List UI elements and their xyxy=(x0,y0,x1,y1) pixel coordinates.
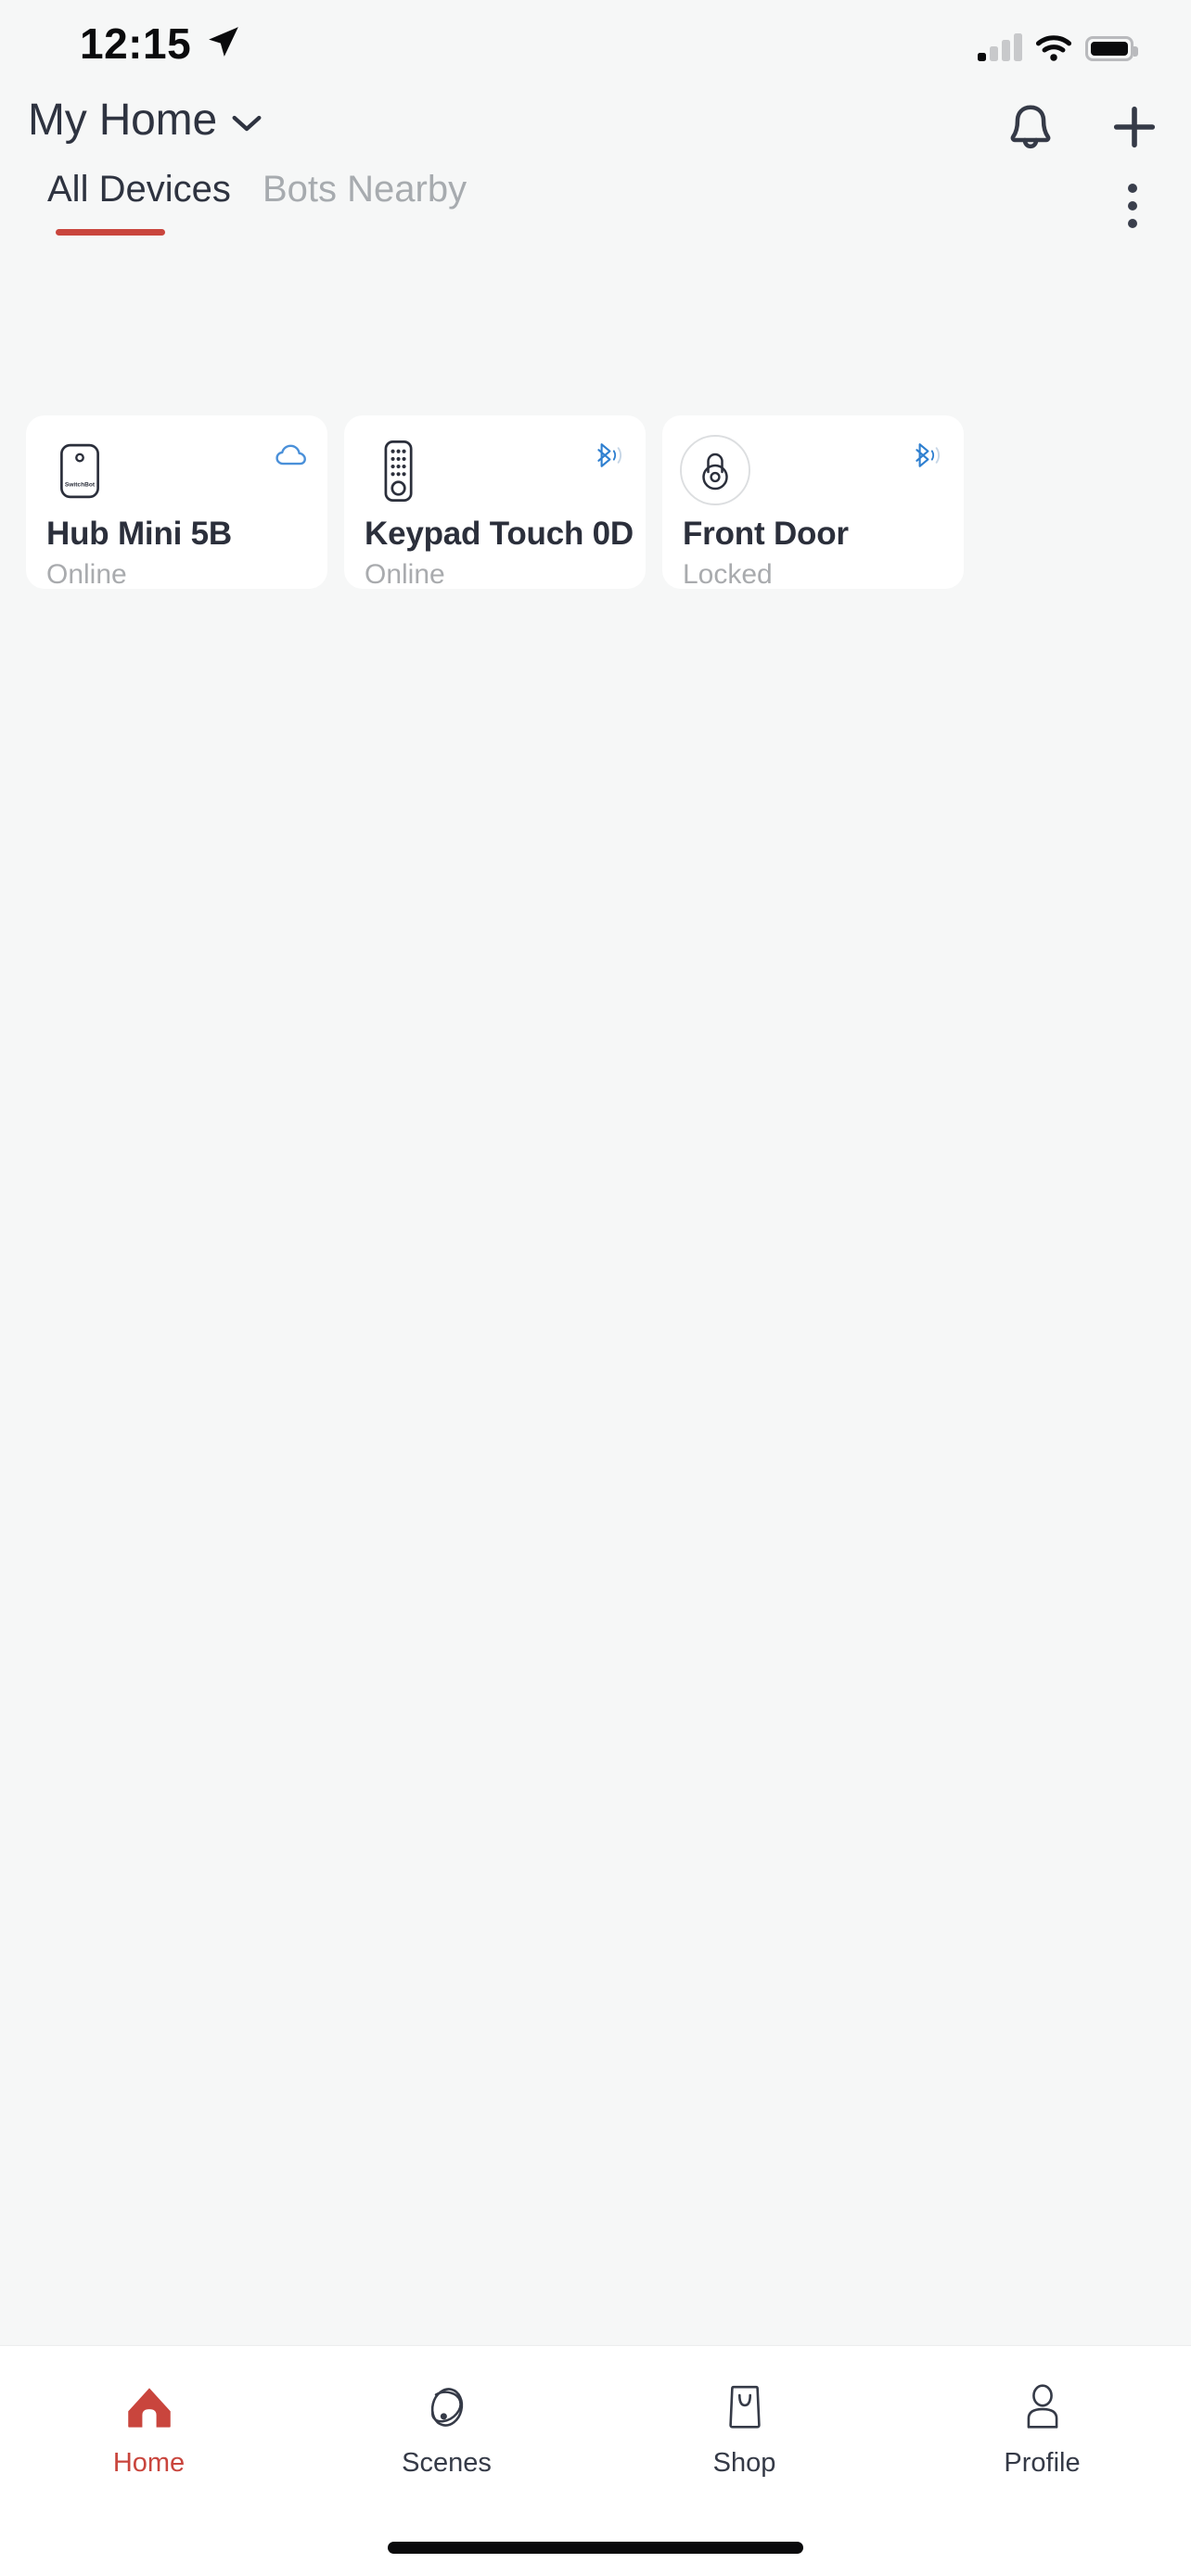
house-filled-icon xyxy=(123,2381,175,2433)
tab-bots-nearby[interactable]: Bots Nearby xyxy=(263,169,467,210)
status-bar-indicators xyxy=(978,26,1138,61)
nav-label: Shop xyxy=(712,2448,776,2478)
home-indicator[interactable] xyxy=(388,2542,803,2554)
nav-label: Scenes xyxy=(402,2448,492,2478)
location-arrow-icon xyxy=(206,24,241,59)
person-outline-icon xyxy=(1017,2381,1069,2433)
bluetooth-signal-icon xyxy=(912,440,943,471)
bluetooth-signal-icon xyxy=(594,440,625,471)
notifications-button[interactable] xyxy=(1005,102,1056,152)
nav-label: Home xyxy=(112,2448,186,2478)
shopping-bag-icon xyxy=(719,2381,771,2433)
nav-label: Profile xyxy=(1004,2448,1081,2478)
device-card-keypad-touch[interactable]: Keypad Touch 0D Online xyxy=(344,415,646,590)
device-status: Online xyxy=(365,559,445,590)
chevron-down-icon xyxy=(232,114,262,133)
device-name: Hub Mini 5B xyxy=(46,516,233,552)
device-card-hub-mini[interactable]: SwitchBot Hub Mini 5B Online xyxy=(26,415,327,590)
tab-active-indicator xyxy=(56,229,165,236)
hub-mini-icon: SwitchBot xyxy=(47,439,112,504)
device-status: Locked xyxy=(683,559,773,590)
add-device-button[interactable] xyxy=(1109,102,1159,152)
more-vertical-icon[interactable] xyxy=(1111,178,1154,234)
status-bar: 12:15 xyxy=(0,0,1191,85)
device-grid: SwitchBot Hub Mini 5B Online Keypad Touc… xyxy=(26,415,1165,590)
device-card-front-door[interactable]: Front Door Locked xyxy=(662,415,964,590)
nav-item-home[interactable]: Home xyxy=(0,2346,298,2513)
device-name: Keypad Touch 0D xyxy=(365,516,634,552)
nav-item-profile[interactable]: Profile xyxy=(893,2346,1191,2513)
cloud-icon xyxy=(275,440,307,471)
svg-text:SwitchBot: SwitchBot xyxy=(65,482,96,489)
tab-bar: All Devices Bots Nearby xyxy=(0,161,1191,254)
device-status: Online xyxy=(46,559,127,590)
nav-item-shop[interactable]: Shop xyxy=(596,2346,893,2513)
app-header: My Home xyxy=(0,85,1191,161)
tab-all-devices[interactable]: All Devices xyxy=(47,169,231,210)
home-selector[interactable]: My Home xyxy=(28,95,262,146)
bottom-navigation: Home Scenes Shop Profile xyxy=(0,2345,1191,2576)
orbit-icon xyxy=(421,2381,473,2433)
device-name: Front Door xyxy=(683,516,849,552)
wifi-icon xyxy=(1035,33,1072,61)
cellular-signal-icon xyxy=(978,33,1022,61)
keypad-touch-icon xyxy=(365,439,430,504)
status-bar-clock: 12:15 xyxy=(80,19,192,68)
padlock-locked-icon xyxy=(679,434,751,506)
battery-full-icon xyxy=(1085,36,1138,61)
page-title: My Home xyxy=(28,96,217,145)
nav-item-scenes[interactable]: Scenes xyxy=(298,2346,596,2513)
